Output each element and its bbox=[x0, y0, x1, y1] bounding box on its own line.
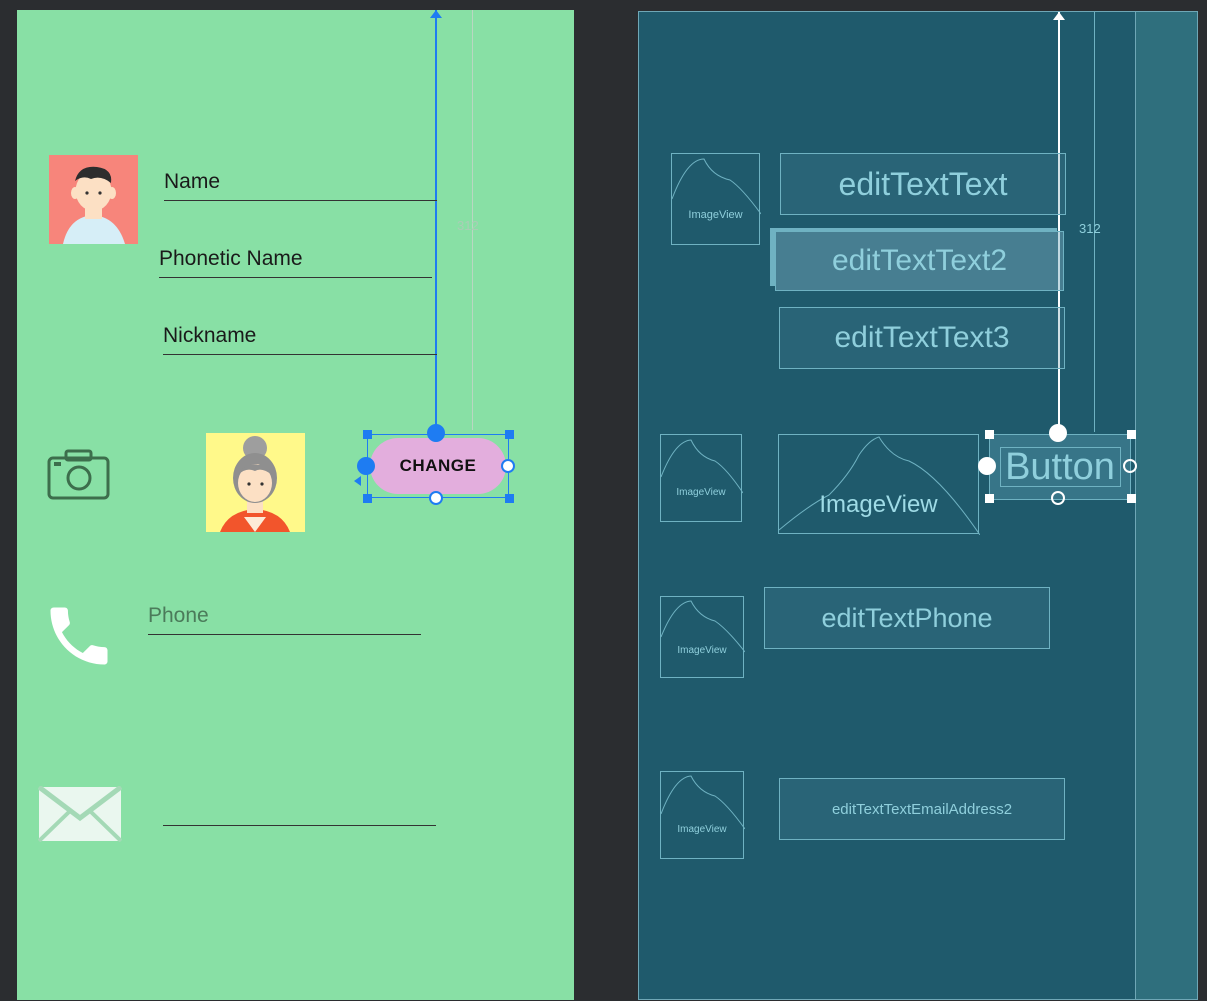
phonetic-name-field[interactable]: Phonetic Name bbox=[159, 247, 303, 271]
constraint-anchor-top[interactable] bbox=[427, 424, 445, 442]
name-field[interactable]: Name bbox=[164, 170, 220, 194]
design-surface[interactable]: 312 Name Phonetic Name Nickname CHANGE P… bbox=[17, 10, 574, 1000]
blueprint-constraint-arrowhead bbox=[1053, 12, 1065, 20]
blueprint-imageview-4[interactable]: ImageView bbox=[660, 596, 745, 678]
blueprint-anchor-top[interactable] bbox=[1049, 424, 1067, 442]
blueprint-imageview-label: ImageView bbox=[688, 209, 743, 221]
blueprint-edittext-2[interactable]: editTextText2 bbox=[775, 231, 1064, 291]
constraint-arrowhead bbox=[430, 10, 442, 18]
phone-field-underline bbox=[148, 634, 421, 635]
change-button[interactable]: CHANGE bbox=[370, 438, 506, 494]
nickname-field[interactable]: Nickname bbox=[163, 324, 256, 348]
constraint-anchor-bottom[interactable] bbox=[429, 491, 443, 505]
blueprint-imageview-label: ImageView bbox=[819, 491, 938, 518]
resize-handle-bottom-left[interactable] bbox=[363, 494, 372, 503]
blueprint-imageview-label: ImageView bbox=[676, 487, 726, 498]
constraint-anchor-right[interactable] bbox=[501, 459, 515, 473]
phone-field[interactable]: Phone bbox=[148, 604, 209, 628]
mail-icon[interactable] bbox=[37, 785, 123, 843]
blueprint-resize-handle-bottom-left[interactable] bbox=[985, 494, 994, 503]
blueprint-imageview-3[interactable]: ImageView bbox=[778, 434, 980, 535]
resize-handle-bottom-right[interactable] bbox=[505, 494, 514, 503]
blueprint-imageview-label: ImageView bbox=[677, 645, 727, 656]
blueprint-anchor-right[interactable] bbox=[1123, 459, 1137, 473]
blueprint-imageview-2[interactable]: ImageView bbox=[660, 434, 743, 522]
blueprint-edittext-email[interactable]: editTextTextEmailAddress2 bbox=[779, 778, 1065, 840]
blueprint-button-inner bbox=[1000, 447, 1121, 487]
blueprint-imageview-1[interactable]: ImageView bbox=[671, 153, 761, 245]
blueprint-surface[interactable]: 312 ImageView editTextText editTextText2… bbox=[638, 11, 1198, 1000]
constraint-left-arrow bbox=[354, 476, 361, 486]
blueprint-anchor-left[interactable] bbox=[978, 457, 996, 475]
female-avatar-icon[interactable] bbox=[206, 433, 305, 532]
resize-handle-top-right[interactable] bbox=[505, 430, 514, 439]
blueprint-resize-handle-bottom-right[interactable] bbox=[1127, 494, 1136, 503]
email-field[interactable] bbox=[163, 825, 436, 826]
blueprint-edittext-1[interactable]: editTextText bbox=[780, 153, 1066, 215]
name-field-underline bbox=[164, 200, 437, 201]
camera-icon[interactable] bbox=[47, 448, 111, 502]
phonetic-name-field-underline bbox=[159, 277, 432, 278]
constraint-value: 312 bbox=[457, 218, 479, 233]
resize-handle-top-left[interactable] bbox=[363, 430, 372, 439]
blueprint-constraint-value: 312 bbox=[1079, 221, 1101, 236]
blueprint-resize-handle-top-right[interactable] bbox=[1127, 430, 1136, 439]
blueprint-imageview-5[interactable]: ImageView bbox=[660, 771, 745, 859]
blueprint-edittext-3[interactable]: editTextText3 bbox=[779, 307, 1065, 369]
nickname-field-underline bbox=[163, 354, 437, 355]
blueprint-constraint-line bbox=[1058, 12, 1060, 432]
constraint-anchor-left[interactable] bbox=[357, 457, 375, 475]
blueprint-right-rail bbox=[1135, 12, 1197, 999]
male-avatar-icon[interactable] bbox=[49, 155, 138, 244]
blueprint-edittext-phone[interactable]: editTextPhone bbox=[764, 587, 1050, 649]
blueprint-anchor-bottom[interactable] bbox=[1051, 491, 1065, 505]
phone-icon[interactable] bbox=[41, 598, 117, 674]
blueprint-resize-handle-top-left[interactable] bbox=[985, 430, 994, 439]
blueprint-imageview-label: ImageView bbox=[677, 824, 727, 835]
constraint-line bbox=[435, 10, 437, 428]
